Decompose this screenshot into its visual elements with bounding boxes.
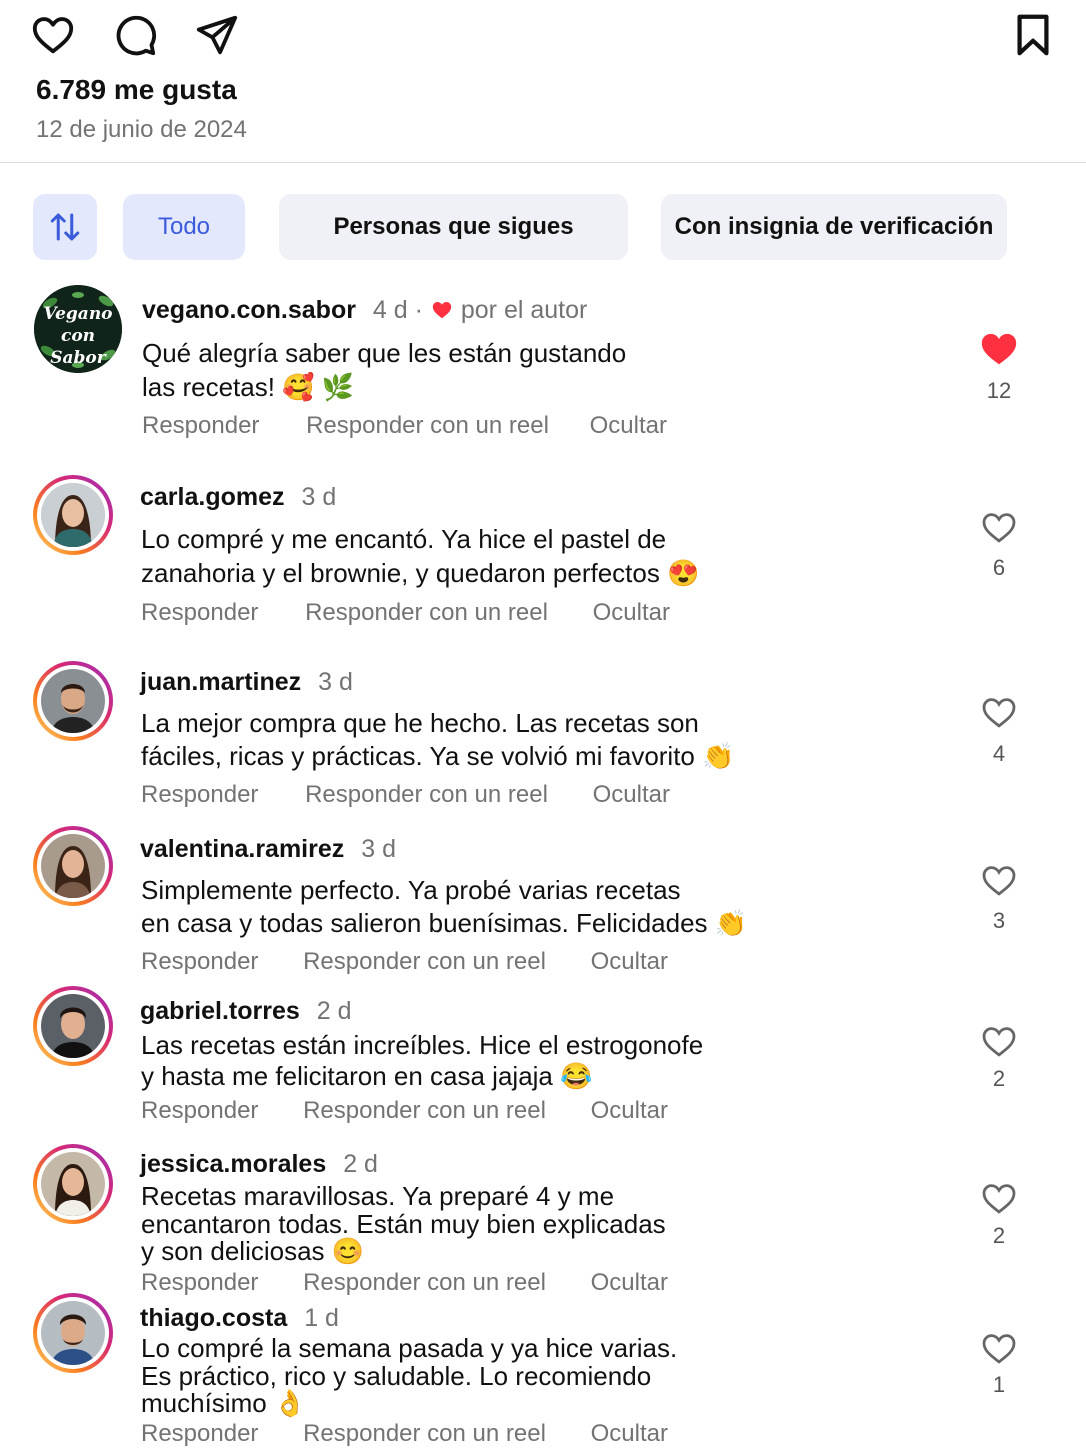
heart-outline-icon[interactable] bbox=[980, 695, 1018, 731]
like-count: 2 bbox=[992, 1066, 1006, 1091]
comment-text: Las recetas están increíbles. Hice el es… bbox=[141, 1030, 704, 1091]
comment-username[interactable]: valentina.ramirez bbox=[140, 835, 344, 863]
filter-verified[interactable]: Con insignia de verificación bbox=[661, 194, 1007, 260]
comment-text: Recetas maravillosas. Ya preparé 4 y me … bbox=[141, 1181, 666, 1266]
reply-reel-button[interactable]: Responder con un reel bbox=[303, 1269, 546, 1297]
avatar[interactable] bbox=[33, 1293, 113, 1373]
reply-button[interactable]: Responder bbox=[142, 412, 259, 440]
like-count: 4 bbox=[992, 741, 1006, 766]
avatar[interactable] bbox=[33, 1144, 113, 1224]
post-date: 12 de junio de 2024 bbox=[36, 116, 247, 143]
hide-button[interactable]: Ocultar bbox=[591, 948, 668, 976]
avatar[interactable] bbox=[33, 986, 113, 1066]
comment-time: 2 d bbox=[343, 1150, 378, 1178]
avatar-photo bbox=[41, 483, 105, 547]
comment-username[interactable]: juan.martinez bbox=[140, 668, 301, 696]
reply-reel-button[interactable]: Responder con un reel bbox=[306, 412, 549, 440]
filter-all[interactable]: Todo bbox=[123, 194, 245, 260]
reply-button[interactable]: Responder bbox=[141, 781, 258, 809]
heart-outline-icon[interactable] bbox=[980, 1331, 1018, 1367]
divider bbox=[0, 162, 1086, 163]
likes-count[interactable]: 6.789 me gusta bbox=[36, 74, 237, 106]
comment-time: 2 d bbox=[316, 997, 352, 1025]
heart-icon[interactable] bbox=[30, 12, 76, 58]
hide-button[interactable]: Ocultar bbox=[591, 1420, 668, 1448]
reply-reel-button[interactable]: Responder con un reel bbox=[305, 599, 548, 627]
avatar-photo bbox=[41, 1152, 105, 1216]
avatar-photo bbox=[41, 834, 105, 898]
heart-outline-icon[interactable] bbox=[980, 1181, 1018, 1217]
hide-button[interactable]: Ocultar bbox=[593, 781, 670, 809]
like-count: 1 bbox=[992, 1372, 1006, 1397]
bookmark-icon[interactable] bbox=[1010, 12, 1056, 58]
like-count: 3 bbox=[992, 908, 1006, 933]
comment-username[interactable]: carla.gomez bbox=[140, 483, 285, 511]
comment-time: 1 d bbox=[304, 1304, 339, 1332]
avatar-photo bbox=[41, 994, 105, 1058]
sort-button[interactable] bbox=[33, 194, 97, 260]
reply-button[interactable]: Responder bbox=[141, 1269, 258, 1297]
comment-time: 3 d bbox=[318, 668, 353, 696]
comment-text: Lo compré y me encantó. Ya hice el paste… bbox=[141, 524, 700, 588]
reply-button[interactable]: Responder bbox=[141, 1097, 258, 1125]
like-count: 6 bbox=[992, 555, 1006, 580]
comment-username[interactable]: thiago.costa bbox=[140, 1304, 287, 1332]
heart-outline-icon[interactable] bbox=[980, 1024, 1018, 1060]
comment-time: 4 d bbox=[372, 296, 408, 324]
hide-button[interactable]: Ocultar bbox=[590, 412, 667, 440]
hide-button[interactable]: Ocultar bbox=[593, 599, 670, 627]
comment-icon[interactable] bbox=[112, 12, 158, 58]
reply-reel-button[interactable]: Responder con un reel bbox=[305, 781, 548, 809]
comment-username[interactable]: gabriel.torres bbox=[140, 997, 300, 1025]
like-count: 12 bbox=[986, 378, 1012, 403]
avatar-photo bbox=[41, 1301, 105, 1365]
avatar[interactable] bbox=[33, 475, 113, 555]
comment-time: 3 d bbox=[301, 483, 337, 511]
comment-text: Lo compré la semana pasada y ya hice var… bbox=[141, 1333, 678, 1418]
heart-outline-icon[interactable] bbox=[980, 510, 1018, 546]
hide-button[interactable]: Ocultar bbox=[591, 1269, 668, 1297]
comment-time: 3 d bbox=[361, 835, 396, 863]
avatar-logo-text: Vegano con Sabor bbox=[43, 304, 113, 368]
like-count: 2 bbox=[992, 1223, 1006, 1248]
heart-outline-icon[interactable] bbox=[980, 863, 1018, 899]
reply-button[interactable]: Responder bbox=[141, 1420, 258, 1448]
reply-button[interactable]: Responder bbox=[141, 948, 258, 976]
filter-following[interactable]: Personas que sigues bbox=[279, 194, 628, 260]
avatar[interactable] bbox=[33, 826, 113, 906]
comment-username[interactable]: vegano.con.sabor bbox=[142, 296, 356, 324]
comment-text: Qué alegría saber que les están gustando… bbox=[142, 338, 627, 402]
send-icon[interactable] bbox=[194, 12, 240, 58]
avatar[interactable]: Vegano con Sabor bbox=[34, 285, 122, 373]
comment-text: La mejor compra que he hecho. Las receta… bbox=[141, 708, 735, 771]
avatar-photo bbox=[41, 669, 105, 733]
liked-heart-icon[interactable] bbox=[979, 330, 1017, 366]
avatar[interactable] bbox=[33, 661, 113, 741]
sort-arrows-icon bbox=[47, 209, 83, 245]
reply-reel-button[interactable]: Responder con un reel bbox=[303, 1097, 546, 1125]
reply-reel-button[interactable]: Responder con un reel bbox=[303, 1420, 546, 1448]
comment-text: Simplemente perfecto. Ya probé varias re… bbox=[141, 875, 748, 938]
author-heart-icon bbox=[430, 299, 454, 321]
comment-username[interactable]: jessica.morales bbox=[140, 1150, 326, 1178]
reply-button[interactable]: Responder bbox=[141, 599, 258, 627]
author-like-badge: por el autor bbox=[460, 296, 588, 324]
reply-reel-button[interactable]: Responder con un reel bbox=[303, 948, 546, 976]
hide-button[interactable]: Ocultar bbox=[591, 1097, 668, 1125]
